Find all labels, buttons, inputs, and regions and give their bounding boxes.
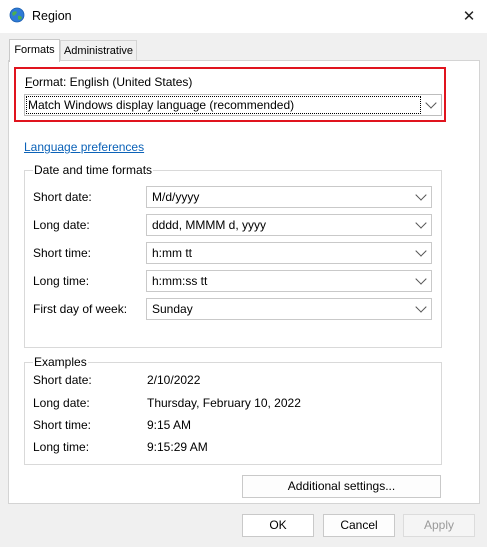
long-date-label: Long date: — [33, 218, 90, 232]
title-bar: Region ✕ — [0, 0, 487, 33]
format-dropdown[interactable]: Match Windows display language (recommen… — [24, 94, 442, 116]
short-date-value: M/d/yyyy — [152, 190, 200, 204]
examples-legend: Examples — [33, 355, 88, 369]
example-short-time-value: 9:15 AM — [147, 418, 192, 432]
example-long-date-label: Long date: — [33, 396, 90, 410]
format-dropdown-value: Match Windows display language (recommen… — [28, 98, 295, 112]
example-long-date-value: Thursday, February 10, 2022 — [147, 396, 301, 410]
long-time-dropdown[interactable]: h:mm:ss tt — [146, 270, 432, 292]
long-date-value: dddd, MMMM d, yyyy — [152, 218, 267, 232]
short-time-label: Short time: — [33, 246, 92, 260]
tab-formats[interactable]: Formats — [9, 39, 60, 62]
chevron-down-icon[interactable] — [415, 273, 427, 285]
chevron-down-icon[interactable] — [415, 301, 427, 313]
long-date-dropdown[interactable]: dddd, MMMM d, yyyy — [146, 214, 432, 236]
chevron-down-icon[interactable] — [415, 189, 427, 201]
example-long-time-label: Long time: — [33, 440, 90, 454]
format-label-text: ormat: English (United States) — [32, 75, 193, 89]
long-time-value: h:mm:ss tt — [152, 274, 208, 288]
first-day-of-week-value: Sunday — [152, 302, 193, 316]
additional-settings-button[interactable]: Additional settings... — [242, 475, 441, 498]
short-date-dropdown[interactable]: M/d/yyyy — [146, 186, 432, 208]
apply-button[interactable]: Apply — [403, 514, 475, 537]
ok-button[interactable]: OK — [242, 514, 314, 537]
format-label: Format: English (United States) — [25, 75, 192, 89]
window-title: Region — [32, 9, 72, 23]
date-time-formats-legend: Date and time formats — [33, 163, 154, 177]
close-icon[interactable]: ✕ — [452, 2, 486, 30]
globe-icon — [9, 7, 25, 23]
first-day-of-week-dropdown[interactable]: Sunday — [146, 298, 432, 320]
example-short-date-value: 2/10/2022 — [147, 373, 201, 387]
chevron-down-icon[interactable] — [415, 217, 427, 229]
chevron-down-icon[interactable] — [425, 97, 437, 109]
first-day-of-week-label: First day of week: — [33, 302, 128, 316]
example-long-time-value: 9:15:29 AM — [147, 440, 208, 454]
tab-administrative[interactable]: Administrative — [60, 40, 137, 61]
short-time-dropdown[interactable]: h:mm tt — [146, 242, 432, 264]
cancel-button[interactable]: Cancel — [323, 514, 395, 537]
language-preferences-link[interactable]: Language preferences — [24, 140, 144, 154]
short-time-value: h:mm tt — [152, 246, 193, 260]
short-date-label: Short date: — [33, 190, 92, 204]
example-short-time-label: Short time: — [33, 418, 92, 432]
chevron-down-icon[interactable] — [415, 245, 427, 257]
example-short-date-label: Short date: — [33, 373, 92, 387]
long-time-label: Long time: — [33, 274, 90, 288]
